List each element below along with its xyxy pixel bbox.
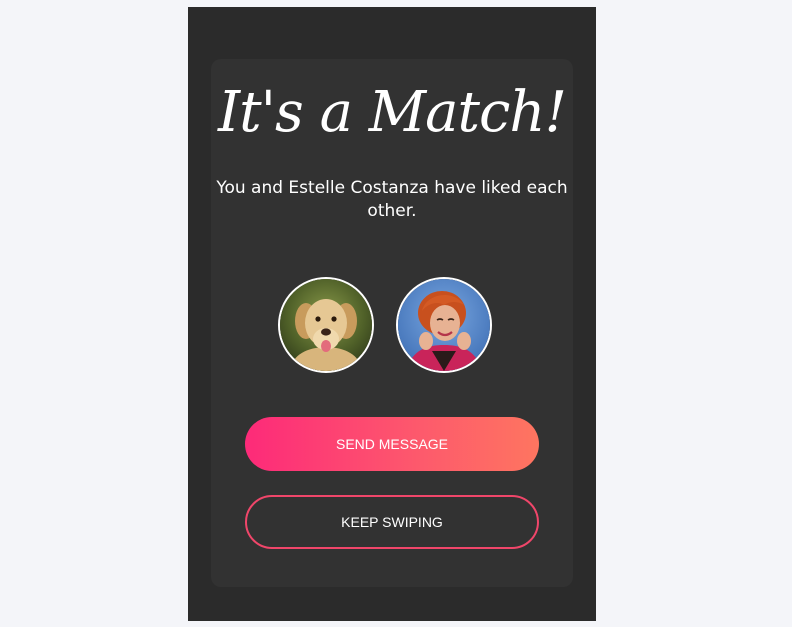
- keep-swiping-button[interactable]: KEEP SWIPING: [245, 495, 539, 549]
- match-screen: It's a Match! You and Estelle Costanza h…: [188, 7, 596, 621]
- match-title: It's a Match!: [218, 80, 567, 145]
- dog-avatar: [278, 277, 374, 373]
- woman-avatar: [396, 277, 492, 373]
- send-message-button[interactable]: SEND MESSAGE: [245, 417, 539, 471]
- woman-photo-icon: [398, 279, 490, 371]
- match-subtitle: You and Estelle Costanza have liked each…: [216, 178, 568, 221]
- dog-photo-icon: [280, 279, 372, 371]
